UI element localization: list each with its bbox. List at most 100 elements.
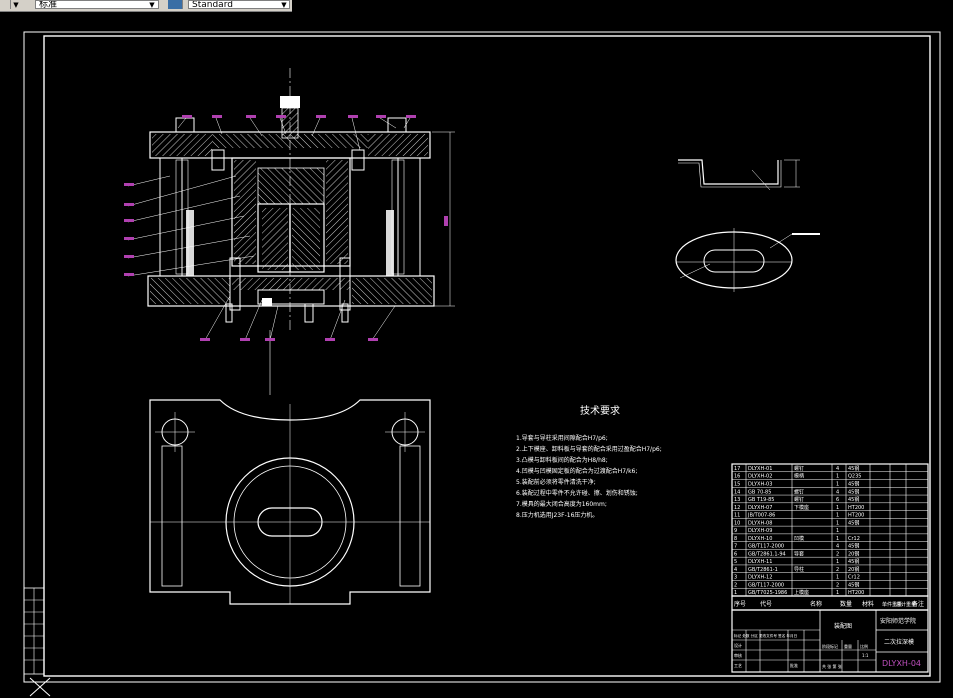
scale-value: 1:1	[862, 653, 869, 658]
layer-combo-value: 标准	[39, 0, 58, 9]
bom-header-cell: 序号	[734, 600, 746, 608]
bom-cell-no: 9	[734, 528, 737, 534]
bom-cell-code: GB/T2861.1-94	[748, 551, 786, 557]
bom-row: 16 DLYXH-02 模柄 1 Q235	[732, 473, 928, 480]
tech-note: 3.凸模与卸料板间的配合为H8/h8;	[516, 456, 608, 464]
bom-cell-code: GB/T117-2000	[748, 582, 784, 588]
bom-row: 4 GB/T2861-1 导柱 2 20钢	[732, 566, 928, 573]
drawing-number: DLYXH-04	[882, 659, 921, 668]
bom-cell-material: 45钢	[848, 581, 859, 588]
plan-view[interactable]	[149, 399, 431, 605]
bom-row: 17 DLYXH-01 螺钉 4 45钢	[732, 465, 928, 473]
bom-cell-material: HT200	[848, 590, 864, 596]
part-description: 二次拉深模	[884, 638, 914, 646]
tech-requirements-list: 1.导套与导柱采用间隙配合H7/p6; 2.上下模座、卸料板与导套的配合采用过盈…	[516, 434, 662, 519]
bom-cell-name: 导套	[794, 550, 804, 557]
bom-cell-no: 12	[734, 505, 740, 511]
bom-row: 1 GB/T7025-1986 上模座 1 HT200	[732, 589, 928, 597]
bom-cell-material: 45钢	[848, 543, 859, 550]
school-name: 安阳师范学院	[880, 617, 916, 625]
bom-cell-material: Q235	[848, 474, 861, 480]
bom-cell-no: 6	[734, 551, 737, 557]
bom-cell-material: 45钢	[848, 519, 859, 526]
tech-note: 6.装配过程中零件不允许碰、擦、划伤和锈蚀;	[516, 489, 638, 497]
style-combo[interactable]: Standard	[188, 0, 290, 9]
bom-cell-code: DLYXH-03	[748, 481, 772, 487]
bom-row: 3 DLYXH-12 1 Cr12	[732, 575, 928, 581]
bom-cell-qty: 1	[836, 575, 839, 581]
tech-note: 4.凹模与凹模固定板的配合为过渡配合H7/k6;	[516, 467, 637, 475]
bom-cell-qty: 1	[836, 536, 839, 542]
bom-cell-code: DLYXH-12	[748, 575, 772, 581]
bom-cell-qty: 1	[836, 528, 839, 534]
stage-label: 阶段标记	[822, 643, 838, 649]
bom-cell-qty: 2	[836, 582, 839, 588]
bom-cell-material: HT200	[848, 505, 864, 511]
part-plan-detail[interactable]	[675, 228, 820, 292]
bom-cell-no: 11	[734, 513, 740, 519]
tech-requirements-title: 技术要求	[580, 404, 620, 417]
bom-cell-no: 1	[734, 590, 737, 596]
bom-cell-qty: 2	[836, 551, 839, 557]
bom-cell-qty: 6	[836, 497, 839, 503]
bom-row: 13 GB T19-85 螺钉 6 45钢	[732, 496, 928, 504]
drawing-type: 装配图	[834, 622, 852, 630]
ucs-icon	[29, 677, 51, 697]
bom-cell-code: GB 70-85	[748, 489, 771, 495]
bom-cell-code: GB T19-85	[748, 497, 774, 503]
bom-row: 8 DLYXH-10 凹模 1 Cr12	[732, 535, 928, 542]
title-block-text: 安阳师范学院 装配图 二次拉深模 DLYXH-04 阶段标记 重量 比例 1:1…	[734, 617, 921, 669]
bom-cell-code: DLYXH-11	[748, 559, 772, 565]
bom-header-cell: 代号	[760, 600, 772, 608]
chevron-down-icon[interactable]: ▼	[148, 1, 156, 9]
bom-cell-qty: 1	[836, 520, 839, 526]
weight-label: 重量	[844, 643, 852, 649]
bom-cell-code: GB/T7025-1986	[748, 590, 787, 596]
drawing-canvas[interactable]: 技术要求 1.导套与导柱采用间隙配合H7/p6; 2.上下模座、卸料板与导套的配…	[0, 12, 953, 697]
bom-cell-qty: 1	[836, 590, 839, 596]
bom-cell-name: 模柄	[794, 473, 804, 480]
style-combo-value: Standard	[192, 0, 233, 9]
toolbar-strip: ▼ 标准 ▼ Standard ▼	[0, 0, 292, 12]
bom-cell-material: Cr12	[848, 575, 860, 581]
bill-of-materials: 17 DLYXH-01 螺钉 4 45钢16 DLYXH-02 模柄 1 Q23515 DLYXH…	[731, 463, 929, 597]
bom-cell-no: 13	[734, 497, 740, 503]
part-profile-detail[interactable]	[678, 159, 800, 191]
bom-cell-material: Cr12	[848, 536, 860, 542]
bom-cell-qty: 1	[836, 513, 839, 519]
bom-row: 7 GB/T117-2000 4 45钢	[732, 543, 928, 550]
chevron-down-icon[interactable]: ▼	[12, 1, 20, 9]
sign-label: 批准	[790, 662, 798, 668]
bom-cell-qty: 4	[836, 466, 839, 472]
tech-note: 1.导套与导柱采用间隙配合H7/p6;	[516, 434, 608, 442]
bom-row: 11 JB/T007-86 1 HT200	[732, 513, 928, 519]
bom-row: 14 GB 70-85 螺钉 4 45钢	[732, 488, 928, 496]
assembly-section-view[interactable]	[124, 68, 455, 395]
bom-cell-name: 螺钉	[794, 496, 804, 503]
bom-cell-name: 上模座	[794, 589, 809, 596]
layer-manager-button[interactable]	[0, 0, 11, 9]
bom-cell-code: DLYXH-07	[748, 505, 772, 511]
bom-cell-no: 7	[734, 544, 737, 550]
bom-cell-name: 螺钉	[794, 488, 804, 495]
bom-cell-code: DLYXH-01	[748, 466, 772, 472]
cad-drawing: 技术要求 1.导套与导柱采用间隙配合H7/p6; 2.上下模座、卸料板与导套的配…	[23, 31, 941, 683]
layer-combo[interactable]: 标准	[35, 0, 159, 9]
margin-label-strip	[23, 587, 45, 675]
chevron-down-icon[interactable]: ▼	[280, 1, 288, 9]
scale-label: 比例	[860, 643, 868, 649]
bom-cell-qty: 1	[836, 559, 839, 565]
sheet-label: 共 张 第 张	[822, 663, 842, 669]
tech-note: 8.压力机选用J23F-16压力机。	[516, 511, 598, 519]
bom-row: 10 DLYXH-08 1 45钢	[732, 519, 928, 527]
shank-top	[280, 96, 300, 108]
bom-cell-qty: 4	[836, 544, 839, 550]
bom-cell-no: 8	[734, 536, 737, 542]
bom-cell-name: 凹模	[794, 535, 804, 542]
bom-cell-code: DLYXH-10	[748, 536, 772, 542]
style-icon[interactable]	[168, 0, 183, 9]
bom-cell-name: 下模座	[794, 504, 809, 511]
bom-cell-material: 45钢	[848, 558, 859, 565]
bom-cell-qty: 1	[836, 505, 839, 511]
sign-label: 工艺	[734, 663, 742, 668]
